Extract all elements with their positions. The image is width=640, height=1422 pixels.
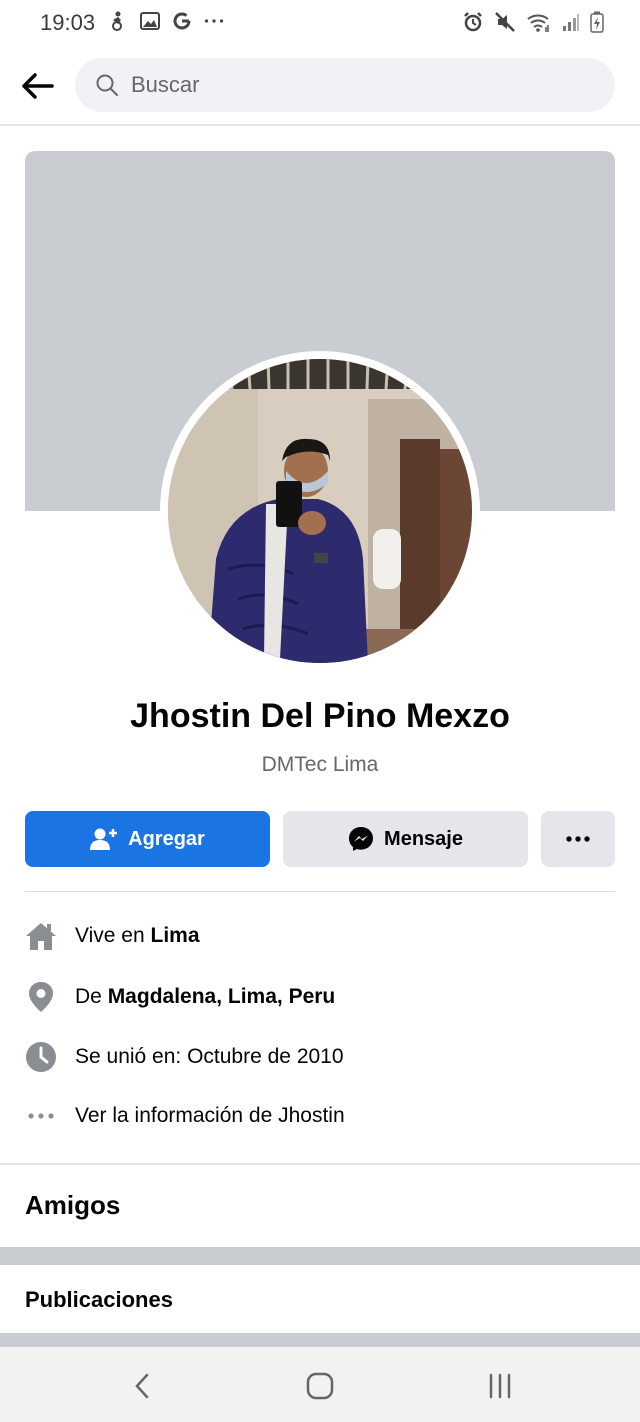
see-about-link[interactable]: Ver la información de Jhostin [75, 1104, 345, 1128]
section-separator [0, 1247, 640, 1265]
back-button[interactable] [18, 66, 58, 106]
add-friend-icon [90, 828, 118, 850]
nav-recents-icon [489, 1373, 511, 1399]
status-icons-left [108, 10, 224, 32]
alarm-icon [462, 11, 484, 38]
location-pin-icon [25, 981, 57, 1013]
info-row-see-about[interactable]: Ver la información de Jhostin [25, 1096, 615, 1136]
info-row-from[interactable]: De Magdalena, Lima, Peru [25, 977, 615, 1017]
google-icon [172, 10, 192, 32]
status-icons-right [462, 11, 604, 38]
accessibility-icon [108, 10, 128, 32]
profile-workplace[interactable]: DMTec Lima [0, 753, 640, 777]
system-nav-bar [0, 1347, 640, 1422]
gallery-icon [140, 10, 160, 32]
more-dots-icon [566, 836, 590, 842]
more-dots-icon [204, 10, 224, 32]
divider [25, 891, 615, 892]
back-arrow-icon [22, 73, 54, 99]
add-friend-label: Agregar [128, 827, 205, 850]
mute-icon [494, 11, 516, 38]
status-time: 19:03 [40, 10, 96, 35]
search-header [0, 46, 640, 126]
message-button[interactable]: Mensaje [283, 811, 528, 867]
profile-picture[interactable] [160, 351, 480, 671]
joined-text: Se unió en: Octubre de 2010 [75, 1045, 344, 1068]
from-text: De Magdalena, Lima, Peru [75, 985, 336, 1008]
clock-icon [25, 1041, 57, 1073]
info-row-joined: Se unió en: Octubre de 2010 [25, 1037, 615, 1077]
search-icon [96, 74, 118, 96]
signal-icon [562, 12, 580, 37]
profile-name: Jhostin Del Pino Mexzo [130, 697, 510, 735]
posts-section-title: Publicaciones [25, 1287, 173, 1312]
divider [0, 1163, 640, 1165]
search-input[interactable] [131, 58, 591, 112]
lives-in-place: Lima [150, 924, 200, 947]
profile-photo-image [168, 359, 472, 663]
nav-back-icon [135, 1373, 149, 1399]
message-label: Mensaje [384, 827, 463, 850]
lives-in-text: Vive en Lima [75, 924, 200, 947]
nav-recents-button[interactable] [480, 1369, 520, 1403]
friends-section-title[interactable]: Amigos [25, 1190, 120, 1221]
from-place: Magdalena, Lima, Peru [107, 985, 336, 1008]
battery-icon [590, 11, 604, 38]
more-dots-icon [25, 1100, 57, 1132]
home-icon [25, 920, 57, 952]
status-bar: 19:03 [0, 0, 640, 46]
nav-home-button[interactable] [300, 1369, 340, 1403]
more-options-button[interactable] [541, 811, 615, 867]
wifi-icon [526, 11, 552, 38]
nav-back-button[interactable] [122, 1369, 162, 1403]
nav-home-icon [306, 1372, 334, 1400]
info-row-lives-in[interactable]: Vive en Lima [25, 916, 615, 956]
messenger-icon [349, 827, 374, 851]
search-bar[interactable] [75, 58, 615, 112]
add-friend-button[interactable]: Agregar [25, 811, 270, 867]
section-separator [0, 1333, 640, 1347]
